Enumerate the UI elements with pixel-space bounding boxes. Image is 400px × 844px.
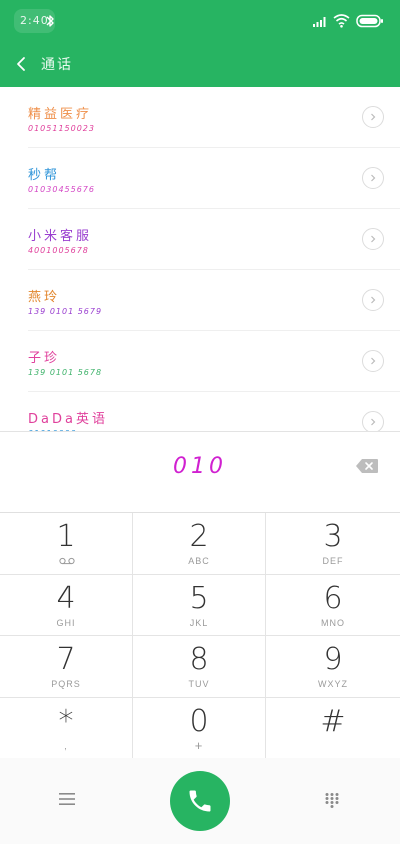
chevron-right-icon	[371, 174, 376, 182]
app-header: 通话	[0, 42, 400, 87]
contact-number: 01030455676	[28, 185, 95, 194]
contact-detail-button[interactable]	[362, 350, 384, 372]
contact-row[interactable]: 精益医疗 01051150023	[28, 87, 400, 148]
contact-name: 精益医疗	[28, 107, 93, 122]
key-digit: 1	[56, 519, 76, 554]
bottom-bar	[0, 758, 400, 844]
key-digit: 2	[189, 519, 209, 554]
key-digit: 8	[189, 642, 209, 677]
key-digit: 0	[189, 704, 209, 739]
chevron-right-icon	[371, 418, 376, 426]
key-digit: *	[58, 704, 74, 739]
dialed-number: 010	[173, 454, 227, 479]
phone-icon	[189, 790, 211, 812]
key-letters: ABC	[188, 556, 210, 566]
key-digit: 6	[323, 581, 343, 616]
signal-icon	[313, 17, 326, 27]
contact-detail-button[interactable]	[362, 228, 384, 250]
backspace-icon[interactable]	[355, 458, 379, 474]
contact-number: 139 0101 5679	[28, 307, 103, 316]
key-letters: TUV	[188, 679, 210, 689]
contact-detail-button[interactable]	[362, 106, 384, 128]
keypad: 1 2 ABC 3 DEF 4 GHI 5 JKL 6 MNO 7 PQRS 8…	[0, 512, 400, 759]
menu-icon[interactable]	[58, 792, 76, 806]
contact-name: 子珍	[28, 351, 61, 366]
contact-name: 燕玲	[28, 290, 61, 305]
page-title: 通话	[41, 57, 73, 73]
key-letters: ,	[64, 741, 68, 751]
key-letters: PQRS	[51, 679, 81, 689]
call-button[interactable]	[170, 771, 230, 831]
key-digit: 3	[323, 519, 343, 554]
contact-number: 139 0101 5678	[28, 368, 103, 377]
key-digit: 9	[323, 642, 343, 677]
status-bar: 2:40	[0, 0, 400, 42]
key-digit: 5	[189, 581, 209, 616]
chevron-right-icon	[371, 357, 376, 365]
voicemail-icon	[59, 557, 75, 565]
key-5[interactable]: 5 JKL	[133, 575, 266, 636]
contact-detail-button[interactable]	[362, 411, 384, 431]
wifi-icon	[333, 14, 350, 28]
chevron-right-icon	[371, 235, 376, 243]
key-star[interactable]: * ,	[0, 698, 133, 759]
contact-number: 4001005678	[28, 246, 89, 255]
key-letters: WXYZ	[318, 679, 348, 689]
key-letters: DEF	[322, 556, 344, 566]
contact-detail-button[interactable]	[362, 289, 384, 311]
contact-row[interactable]: 小米客服 4001005678	[28, 209, 400, 270]
contact-row[interactable]: 燕玲 139 0101 5679	[28, 270, 400, 331]
contact-row[interactable]: 子珍 139 0101 5678	[28, 331, 400, 392]
key-8[interactable]: 8 TUV	[133, 636, 266, 698]
back-arrow-icon[interactable]	[10, 52, 34, 76]
contact-row[interactable]: DaDa英语 01010000	[28, 392, 400, 431]
contact-detail-button[interactable]	[362, 167, 384, 189]
key-6[interactable]: 6 MNO	[266, 575, 400, 636]
bluetooth-icon	[46, 15, 54, 27]
dialpad-icon[interactable]	[324, 792, 340, 808]
key-1[interactable]: 1	[0, 513, 133, 575]
key-digit: 7	[56, 642, 76, 677]
key-letters: GHI	[56, 618, 76, 628]
contact-list[interactable]: 精益医疗 01051150023 秒帮 01030455676 小米客服 400…	[0, 87, 400, 431]
dial-display: 010	[0, 431, 400, 513]
key-digit: #	[320, 704, 346, 739]
contact-number: 01051150023	[28, 124, 95, 133]
key-7[interactable]: 7 PQRS	[0, 636, 133, 698]
chevron-right-icon	[371, 113, 376, 121]
key-letters: JKL	[189, 618, 209, 628]
key-letters: +	[194, 738, 204, 753]
key-4[interactable]: 4 GHI	[0, 575, 133, 636]
contact-name: 秒帮	[28, 168, 61, 183]
key-hash[interactable]: #	[266, 698, 400, 759]
key-3[interactable]: 3 DEF	[266, 513, 400, 575]
chevron-right-icon	[371, 296, 376, 304]
key-letters: MNO	[321, 618, 345, 628]
key-9[interactable]: 9 WXYZ	[266, 636, 400, 698]
key-0[interactable]: 0 +	[133, 698, 266, 759]
contact-name: 小米客服	[28, 229, 93, 244]
key-2[interactable]: 2 ABC	[133, 513, 266, 575]
contact-row[interactable]: 秒帮 01030455676	[28, 148, 400, 209]
key-digit: 4	[56, 581, 76, 616]
battery-icon	[356, 14, 383, 28]
contact-name: DaDa英语	[28, 412, 108, 427]
